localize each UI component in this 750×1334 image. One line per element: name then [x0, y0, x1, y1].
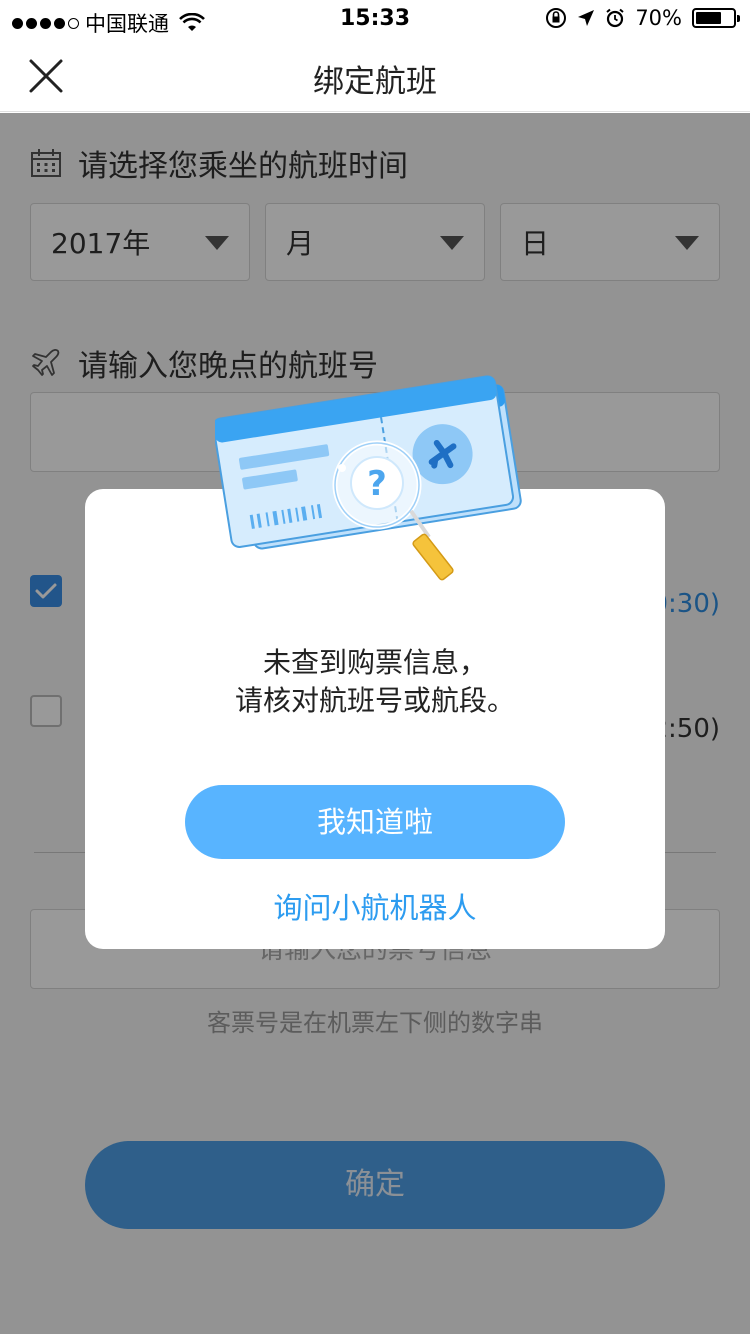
dialog-message: 未查到购票信息， 请核对航班号或航段。: [85, 644, 665, 720]
got-it-button[interactable]: 我知道啦: [185, 785, 565, 859]
dialog-message-line-1: 未查到购票信息，: [262, 646, 487, 679]
page-title: 绑定航班: [313, 64, 437, 100]
ask-robot-link[interactable]: 询问小航机器人: [85, 885, 665, 927]
status-bar: 中国联通 15:33 70%: [0, 0, 750, 40]
orientation-lock-icon: [546, 8, 567, 28]
status-right: 70%: [545, 6, 740, 30]
alarm-icon: [606, 8, 624, 28]
battery-percent: 70%: [635, 6, 682, 30]
svg-text:?: ?: [367, 464, 387, 504]
location-arrow-icon: [578, 10, 595, 26]
ticket-search-illustration: ?: [215, 375, 522, 581]
dialog-message-line-2: 请核对航班号或航段。: [234, 684, 515, 717]
nav-bar: 绑定航班: [0, 40, 750, 112]
battery-icon: [692, 8, 740, 28]
